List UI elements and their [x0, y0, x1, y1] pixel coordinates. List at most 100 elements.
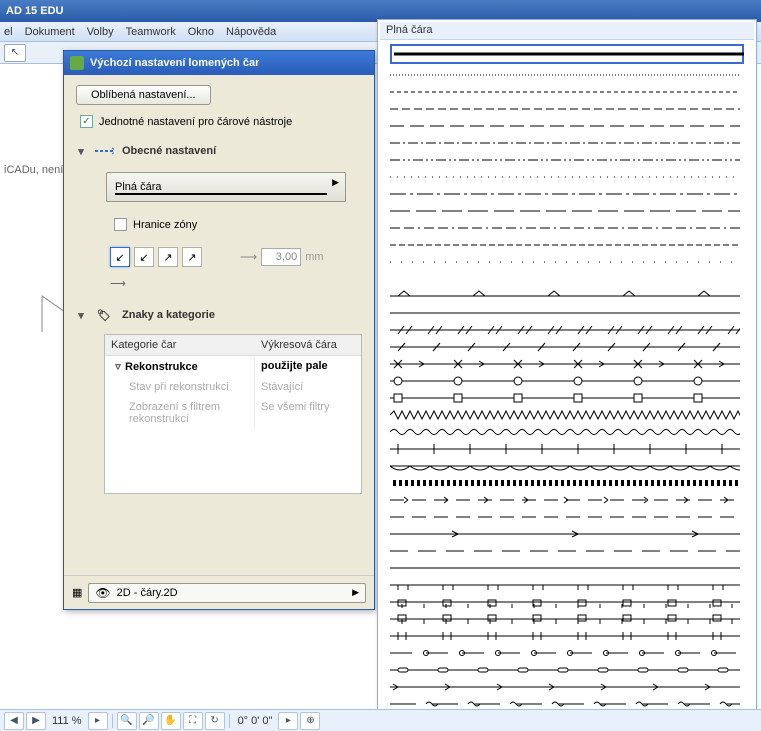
- line-style-option[interactable]: [390, 511, 744, 523]
- line-style-option[interactable]: [390, 86, 744, 98]
- line-style-option[interactable]: [390, 596, 744, 608]
- line-style-option[interactable]: [390, 375, 744, 387]
- menu-item[interactable]: Volby: [87, 26, 114, 38]
- line-style-option[interactable]: [390, 324, 744, 336]
- arrowhead-size-unit: mm: [305, 251, 323, 263]
- categories-section-title: Znaky a kategorie: [122, 309, 215, 321]
- menu-item[interactable]: Okno: [188, 26, 214, 38]
- line-style-option[interactable]: [390, 443, 744, 455]
- angle-button[interactable]: ▸: [278, 712, 298, 730]
- line-style-option[interactable]: [390, 528, 744, 540]
- line-style-option[interactable]: [390, 477, 744, 489]
- disclosure-down-icon[interactable]: ▾: [76, 145, 86, 158]
- dropdown-arrow-icon: ▶: [352, 587, 359, 598]
- secondary-arrow-icon[interactable]: ⟶: [110, 277, 362, 290]
- line-style-option[interactable]: [390, 341, 744, 353]
- line-style-option[interactable]: [390, 69, 744, 81]
- zone-boundary-label: Hranice zóny: [133, 219, 197, 231]
- arrowhead-option-2[interactable]: ↙: [134, 247, 154, 267]
- line-style-option[interactable]: [390, 545, 744, 557]
- tag-icon: 🏷: [94, 308, 114, 322]
- line-style-option[interactable]: [390, 171, 744, 183]
- line-type-selected-label: Plná čára: [115, 181, 161, 193]
- line-style-option[interactable]: [390, 103, 744, 115]
- layer-selected-label: 2D - čáry.2D: [117, 587, 178, 599]
- line-style-option[interactable]: [390, 664, 744, 676]
- eye-icon: 👁: [95, 586, 110, 600]
- line-style-option[interactable]: [390, 647, 744, 659]
- line-section-icon: [94, 144, 114, 158]
- arrowhead-option-3[interactable]: ↗: [158, 247, 178, 267]
- tool-cursor-icon[interactable]: ↖: [4, 44, 26, 62]
- dialog-footer: ▦ 👁 2D - čáry.2D ▶: [64, 575, 374, 609]
- arrowhead-option-4[interactable]: ↗: [182, 247, 202, 267]
- line-style-option[interactable]: [390, 579, 744, 591]
- zone-boundary-checkbox-row[interactable]: Hranice zóny: [114, 218, 362, 231]
- line-style-option[interactable]: [390, 562, 744, 574]
- polyline-settings-dialog: Výchozí nastavení lomených čar Oblíbená …: [63, 50, 375, 610]
- layer-selector[interactable]: 👁 2D - čáry.2D ▶: [88, 583, 366, 603]
- categories-section-header[interactable]: ▾ 🏷 Znaky a kategorie: [76, 308, 362, 322]
- line-style-option[interactable]: [390, 44, 744, 64]
- line-style-option[interactable]: [390, 273, 744, 285]
- unified-settings-checkbox[interactable]: ✓: [80, 115, 93, 128]
- line-style-option[interactable]: [390, 137, 744, 149]
- snap-button[interactable]: ⊕: [300, 712, 320, 730]
- line-style-option[interactable]: [390, 120, 744, 132]
- line-style-option[interactable]: [390, 290, 744, 302]
- line-style-option[interactable]: [390, 494, 744, 506]
- pan-button[interactable]: ✋: [161, 712, 181, 730]
- line-style-option[interactable]: [390, 222, 744, 234]
- line-style-option[interactable]: [390, 188, 744, 200]
- arrowhead-size-input[interactable]: [261, 248, 301, 266]
- orbit-button[interactable]: ↻: [205, 712, 225, 730]
- categories-col1-header[interactable]: Kategorie čar: [105, 335, 255, 356]
- fit-button[interactable]: ⛶: [183, 712, 203, 730]
- layer-icon[interactable]: ▦: [72, 586, 82, 599]
- line-style-option[interactable]: [390, 358, 744, 370]
- unified-settings-checkbox-row[interactable]: ✓ Jednotné nastavení pro čárové nástroje: [80, 115, 362, 128]
- zone-boundary-checkbox[interactable]: [114, 218, 127, 231]
- menu-item[interactable]: Dokument: [25, 26, 75, 38]
- line-style-option[interactable]: [390, 681, 744, 693]
- categories-table: Kategorie čar Výkresová čára ▿Rekonstruk…: [104, 334, 362, 494]
- line-type-selector[interactable]: Plná čára ▶: [106, 172, 346, 202]
- line-style-option[interactable]: [390, 256, 744, 268]
- categories-col2-header[interactable]: Výkresová čára: [255, 335, 361, 356]
- menu-item[interactable]: Teamwork: [126, 26, 176, 38]
- row-expander-icon[interactable]: ▿: [111, 360, 125, 373]
- favorites-button[interactable]: Oblíbená nastavení...: [76, 85, 211, 105]
- table-row[interactable]: Stav při rekonstrukci Stávající: [105, 377, 361, 397]
- line-style-option[interactable]: [390, 426, 744, 438]
- zoom-dropdown-button[interactable]: ▸: [88, 712, 108, 730]
- arrowhead-option-1[interactable]: ↙: [110, 247, 130, 267]
- angle-value[interactable]: 0° 0' 0": [234, 715, 277, 727]
- general-section-header[interactable]: ▾ Obecné nastavení: [76, 144, 362, 158]
- line-style-option[interactable]: [390, 307, 744, 319]
- line-style-option[interactable]: [390, 239, 744, 251]
- unified-settings-label: Jednotné nastavení pro čárové nástroje: [99, 116, 292, 128]
- table-row[interactable]: Zobrazení s filtrem rekonstrukcí Se všem…: [105, 397, 361, 429]
- zoom-in-button[interactable]: 🔍: [117, 712, 137, 730]
- dialog-app-icon: [70, 56, 84, 70]
- dialog-title-bar[interactable]: Výchozí nastavení lomených čar: [64, 51, 374, 75]
- line-style-option[interactable]: [390, 409, 744, 421]
- general-section-title: Obecné nastavení: [122, 145, 216, 157]
- nav-next-button[interactable]: ▶: [26, 712, 46, 730]
- nav-prev-button[interactable]: ◀: [4, 712, 24, 730]
- menu-leading[interactable]: el: [4, 26, 13, 38]
- line-style-option[interactable]: [390, 154, 744, 166]
- size-arrow-icon: ⟶: [240, 250, 257, 264]
- table-row[interactable]: ▿Rekonstrukce použijte pale: [105, 356, 361, 377]
- dialog-title-text: Výchozí nastavení lomených čar: [90, 57, 259, 69]
- zoom-out-button[interactable]: 🔎: [139, 712, 159, 730]
- disclosure-down-icon[interactable]: ▾: [76, 309, 86, 322]
- line-style-option[interactable]: [390, 392, 744, 404]
- menu-item[interactable]: Nápověda: [226, 26, 276, 38]
- line-style-option[interactable]: [390, 205, 744, 217]
- zoom-value[interactable]: 111 %: [48, 715, 86, 727]
- dropdown-arrow-icon: ▶: [332, 177, 339, 188]
- line-style-option[interactable]: [390, 460, 744, 472]
- line-style-option[interactable]: [390, 630, 744, 642]
- line-style-option[interactable]: [390, 613, 744, 625]
